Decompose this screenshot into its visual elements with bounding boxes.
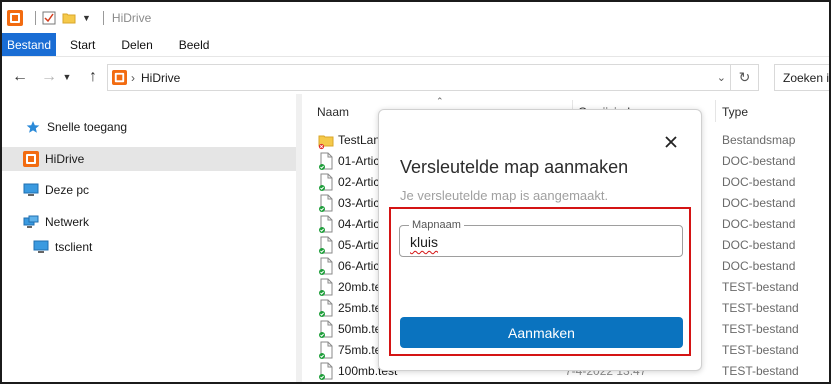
file-type: DOC-bestand <box>722 154 796 168</box>
file-type: TEST-bestand <box>722 364 799 378</box>
file-type: DOC-bestand <box>722 196 796 210</box>
dialog-subtitle: Je versleutelde map is aangemaakt. <box>400 188 609 203</box>
file-type: TEST-bestand <box>722 343 799 357</box>
nav-item-label: Snelle toegang <box>47 120 128 134</box>
up-button[interactable]: ↑ <box>81 65 105 89</box>
address-bar[interactable]: › HiDrive ⌄ ↻ <box>107 64 759 91</box>
tab-beeld[interactable]: Beeld <box>166 33 223 56</box>
back-button[interactable]: ← <box>8 65 32 89</box>
sort-ascending-icon: ⌃ <box>436 96 444 106</box>
column-header-name[interactable]: Naam <box>317 105 349 119</box>
file-synced-icon <box>318 152 334 171</box>
column-divider[interactable] <box>715 100 716 122</box>
file-type: DOC-bestand <box>722 175 796 189</box>
file-type: TEST-bestand <box>722 280 799 294</box>
refresh-icon[interactable]: ↻ <box>730 65 758 90</box>
breadcrumb-separator-icon[interactable]: › <box>131 71 135 85</box>
title-separator-2 <box>102 10 104 25</box>
file-type: DOC-bestand <box>722 217 796 231</box>
file-synced-icon <box>318 341 334 360</box>
create-button[interactable]: Aanmaken <box>400 317 683 348</box>
nav-item-deze-pc[interactable]: Deze pc <box>22 178 296 202</box>
navigation-pane: Snelle toegang HiDrive Deze pc Netwerk t… <box>2 102 296 382</box>
file-type: DOC-bestand <box>722 259 796 273</box>
nav-item-snelle-toegang[interactable]: Snelle toegang <box>24 115 296 139</box>
file-synced-icon <box>318 320 334 339</box>
file-type: TEST-bestand <box>722 301 799 315</box>
file-type: DOC-bestand <box>722 238 796 252</box>
nav-item-label: HiDrive <box>45 152 85 166</box>
close-icon[interactable] <box>663 134 679 150</box>
nav-item-label: Deze pc <box>45 183 90 197</box>
file-synced-icon <box>318 362 334 381</box>
nav-item-hidrive[interactable]: HiDrive <box>2 147 296 171</box>
nav-item-netwerk[interactable]: Netwerk <box>22 210 296 234</box>
title-bar: ▼ HiDrive <box>2 2 829 33</box>
ribbon-tabs: Bestand Start Delen Beeld <box>2 33 829 57</box>
file-name: 03-Artic <box>338 196 380 210</box>
hidrive-app-icon <box>7 9 23 26</box>
folder-name-label: Mapnaam <box>409 219 464 231</box>
file-name: 04-Artic <box>338 217 380 231</box>
nav-item-tsclient[interactable]: tsclient <box>32 235 296 259</box>
file-synced-icon <box>318 257 334 276</box>
file-synced-icon <box>318 278 334 297</box>
tab-delen[interactable]: Delen <box>108 33 165 56</box>
title-separator <box>35 10 36 25</box>
file-name: 50mb.te <box>338 322 382 336</box>
folder-name-field[interactable]: Mapnaam kluis <box>399 219 683 257</box>
file-synced-icon <box>318 173 334 192</box>
file-name: 02-Artic <box>338 175 380 189</box>
breadcrumb-hidrive[interactable]: HiDrive <box>141 71 180 85</box>
column-header-type[interactable]: Type <box>722 105 748 119</box>
file-name: 25mb.te <box>338 301 382 315</box>
file-name: 75mb.te <box>338 343 382 357</box>
file-synced-icon <box>318 236 334 255</box>
network-icon <box>22 213 40 231</box>
file-name: 01-Artic <box>338 154 380 168</box>
file-type: Bestandsmap <box>722 133 796 147</box>
file-synced-icon <box>318 215 334 234</box>
create-encrypted-folder-dialog: Versleutelde map aanmaken Je versleuteld… <box>378 109 702 371</box>
computer-icon <box>22 181 40 199</box>
file-name: 05-Artic <box>338 238 380 252</box>
hidrive-icon <box>22 150 40 168</box>
nav-item-label: tsclient <box>55 240 93 254</box>
recent-locations-chevron-icon[interactable]: ▼ <box>60 65 74 89</box>
forward-button[interactable]: → <box>37 65 61 89</box>
folder-icon <box>318 131 334 150</box>
file-name: 20mb.te <box>338 280 382 294</box>
hidrive-location-icon <box>112 70 127 85</box>
address-row: ← → ▼ ↑ › HiDrive ⌄ ↻ Zoeken in <box>2 60 829 94</box>
tab-bestand[interactable]: Bestand <box>2 33 57 56</box>
dialog-title: Versleutelde map aanmaken <box>400 157 629 177</box>
nav-item-label: Netwerk <box>45 215 90 229</box>
file-name: TestLan <box>338 133 381 147</box>
new-folder-icon[interactable] <box>62 11 76 25</box>
explorer-window: ▼ HiDrive Bestand Start Delen Beeld ← → … <box>0 0 831 384</box>
customize-chevron-icon[interactable]: ▼ <box>82 13 91 23</box>
file-synced-icon <box>318 299 334 318</box>
star-icon <box>24 118 42 136</box>
search-input[interactable]: Zoeken in <box>774 64 829 91</box>
address-dropdown-icon[interactable]: ⌄ <box>717 71 726 84</box>
folder-name-input[interactable]: kluis <box>410 234 438 250</box>
file-synced-icon <box>318 194 334 213</box>
monitor-icon <box>32 238 50 256</box>
window-title: HiDrive <box>111 10 152 25</box>
file-name: 06-Artic <box>338 259 380 273</box>
tab-start[interactable]: Start <box>56 33 108 56</box>
file-type: TEST-bestand <box>722 322 799 336</box>
properties-icon[interactable] <box>42 11 56 25</box>
